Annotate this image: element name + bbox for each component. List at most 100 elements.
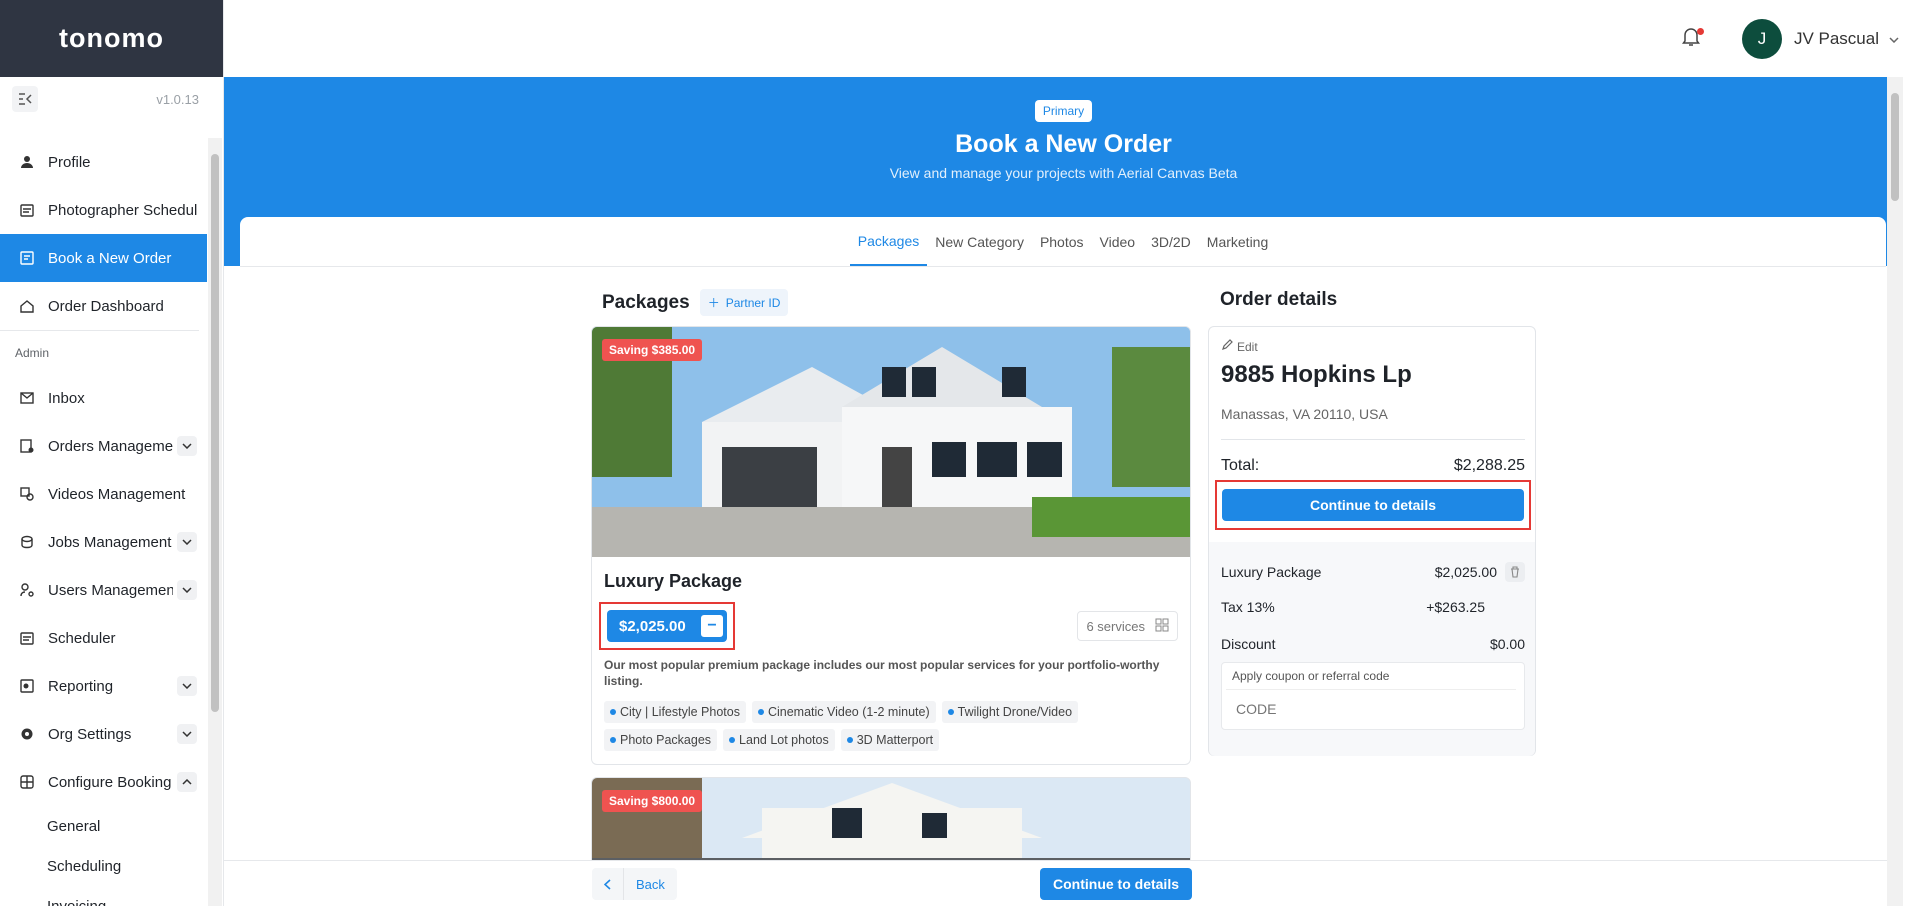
plus-icon: ＋ [707, 296, 720, 310]
sidebar-item-label: Orders Management [48, 437, 173, 455]
services-count: 6 services [1086, 618, 1145, 634]
order-details-card: Edit 9885 Hopkins Lp Manassas, VA 20110,… [1208, 326, 1536, 756]
discount-row: Discount $0.00 [1221, 636, 1525, 652]
service-chip-label: Land Lot photos [739, 733, 829, 747]
sidebar-item-users-management[interactable]: Users Management [0, 566, 207, 614]
tab-3d-2d[interactable]: 3D/2D [1143, 217, 1199, 266]
service-chip: Cinematic Video (1-2 minute) [751, 701, 936, 723]
continue-to-details-bottom-button[interactable]: Continue to details [1040, 868, 1192, 900]
app-logo[interactable]: tonomo [59, 23, 164, 54]
bell-icon[interactable] [1681, 27, 1706, 51]
chevron-down-icon[interactable] [177, 532, 197, 552]
top-header: J JV Pascual [224, 0, 1919, 77]
pencil-icon [1221, 339, 1233, 354]
scrollbar-thumb[interactable] [211, 154, 219, 712]
package-card[interactable]: Saving $385.00 Luxury Package $2,025.00 … [591, 326, 1191, 765]
coupon-box: Apply coupon or referral code [1221, 662, 1525, 730]
package-description: Our most popular premium package include… [604, 658, 1160, 688]
minus-icon[interactable]: − [701, 615, 723, 637]
sidebar-item-scheduler[interactable]: Scheduler [0, 614, 207, 662]
bullet-icon [729, 737, 736, 743]
tab-new-category[interactable]: New Category [927, 217, 1032, 266]
coupon-input[interactable] [1226, 689, 1516, 727]
scrollbar-thumb[interactable] [1891, 93, 1899, 201]
service-chip: Twilight Drone/Video [941, 701, 1079, 723]
coupon-label: Apply coupon or referral code [1232, 669, 1390, 683]
back-label: Back [636, 876, 665, 892]
chevron-down-icon[interactable] [177, 676, 197, 696]
trash-icon[interactable] [1505, 562, 1525, 582]
sidebar-item-videos-management[interactable]: Videos Management [0, 470, 207, 518]
discount-value: $0.00 [1489, 636, 1525, 652]
user-name[interactable]: JV Pascual [1794, 29, 1879, 49]
bullet-icon [610, 737, 616, 743]
sidebar: tonomo v1.0.13 Profile Photographer Sche… [0, 0, 224, 906]
tab-marketing[interactable]: Marketing [1199, 217, 1276, 266]
line-item-label: Luxury Package [1221, 564, 1322, 580]
main-scrollbar[interactable] [1887, 77, 1903, 906]
bullet-icon [846, 737, 853, 743]
sidebar-item-book-new-order[interactable]: Book a New Order [0, 234, 207, 282]
order-address: 9885 Hopkins Lp [1221, 361, 1412, 388]
tab-photos[interactable]: Photos [1032, 217, 1092, 266]
configure-icon [18, 773, 36, 791]
sidebar-subitem-scheduling[interactable]: Scheduling [0, 846, 207, 886]
sidebar-item-label: Book a New Order [48, 249, 172, 267]
sidebar-subitem-general[interactable]: General [0, 806, 207, 846]
line-item-value: $2,025.00 [1434, 564, 1497, 580]
continue-to-details-button[interactable]: Continue to details [1222, 489, 1524, 521]
sidebar-subitem-invoicing[interactable]: Invoicing [0, 886, 207, 906]
partner-id-button[interactable]: ＋ Partner ID [699, 289, 789, 316]
service-chip-label: Twilight Drone/Video [957, 705, 1073, 719]
chevron-down-icon[interactable] [177, 436, 197, 456]
sidebar-item-inbox[interactable]: Inbox [0, 374, 207, 422]
gear-icon [18, 725, 36, 743]
bullet-icon [947, 709, 954, 715]
package-price: $2,025.00 [619, 617, 686, 635]
sidebar-menu: Profile Photographer Schedule Book a New… [0, 138, 207, 906]
service-chip-label: Cinematic Video (1-2 minute) [767, 705, 930, 719]
chevron-down-icon[interactable] [177, 580, 197, 600]
sidebar-item-jobs-management[interactable]: Jobs Management [0, 518, 207, 566]
chevron-up-icon[interactable] [177, 772, 197, 792]
saving-badge: Saving $385.00 [602, 339, 703, 361]
primary-badge: Primary [1034, 100, 1093, 122]
page-subtitle: View and manage your projects with Aeria… [889, 165, 1238, 181]
content-area: Packages ＋ Partner ID Saving $385.00 Lux… [224, 267, 1887, 906]
package-title: Luxury Package [604, 571, 743, 591]
chevron-down-icon[interactable] [177, 724, 197, 744]
order-breakdown: Luxury Package $2,025.00 Tax 13% +$263.2… [1209, 542, 1535, 756]
sidebar-item-reporting[interactable]: Reporting [0, 662, 207, 710]
mail-icon [18, 389, 36, 407]
sidebar-item-profile[interactable]: Profile [0, 138, 207, 186]
tab-packages[interactable]: Packages [849, 217, 928, 266]
home-icon [18, 297, 36, 315]
avatar[interactable]: J [1741, 18, 1782, 59]
back-button[interactable]: Back [592, 868, 677, 900]
chevron-left-icon [592, 868, 624, 900]
sidebar-item-orders-management[interactable]: Orders Management [0, 422, 207, 470]
sidebar-item-label: Photographer Schedule [48, 201, 197, 219]
sidebar-item-configure-booking[interactable]: Configure Booking [0, 758, 207, 806]
chevron-down-icon[interactable] [1889, 30, 1899, 48]
sidebar-item-photographer-schedule[interactable]: Photographer Schedule [0, 186, 207, 234]
line-item-row: Luxury Package $2,025.00 [1221, 562, 1525, 582]
total-label: Total: [1221, 457, 1260, 474]
sidebar-item-label: Order Dashboard [48, 297, 164, 315]
tab-video[interactable]: Video [1092, 217, 1144, 266]
sidebar-item-order-dashboard[interactable]: Order Dashboard [0, 282, 207, 330]
sidebar-item-org-settings[interactable]: Org Settings [0, 710, 207, 758]
services-count-button[interactable]: 6 services [1077, 611, 1178, 641]
service-chip-label: Photo Packages [620, 733, 712, 747]
edit-address-button[interactable]: Edit [1221, 339, 1258, 354]
packages-header: Packages ＋ Partner ID [602, 289, 789, 316]
order-details-title: Order details [1220, 289, 1338, 310]
bullet-icon [610, 709, 616, 715]
sidebar-scrollbar[interactable] [208, 138, 222, 906]
package-price-button[interactable]: $2,025.00 − [607, 610, 727, 642]
collapse-sidebar-icon[interactable] [12, 86, 38, 112]
sidebar-item-label: Org Settings [48, 725, 132, 743]
package-services: City | Lifestyle Photos Cinematic Video … [604, 701, 1124, 751]
sidebar-item-label: Videos Management [48, 485, 186, 503]
order-total: Total: $2,288.25 [1221, 457, 1525, 475]
